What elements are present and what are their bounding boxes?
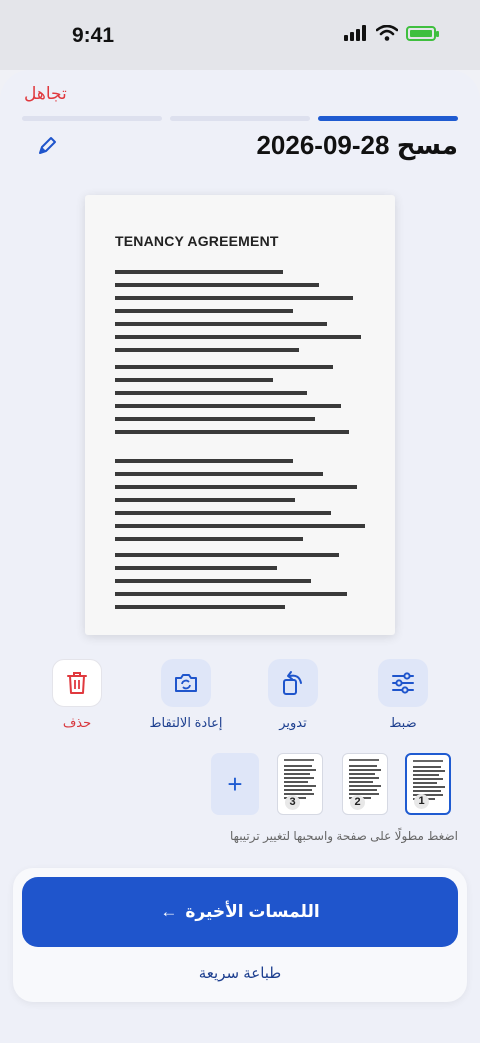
thumb-title-line bbox=[349, 759, 379, 761]
rotate-icon bbox=[283, 671, 302, 695]
thumb-text-line bbox=[413, 778, 443, 780]
rotate-label: تدوير bbox=[279, 715, 307, 730]
page-thumbnail-1[interactable]: 1 bbox=[405, 753, 451, 815]
document-text-line bbox=[115, 566, 277, 570]
reorder-hint: اضغط مطولًا على صفحة واسحبها لتغيير ترتي… bbox=[230, 829, 458, 843]
signal-icon bbox=[344, 25, 366, 41]
retake-tool[interactable]: إعادة الالتقاط bbox=[146, 659, 226, 731]
scan-title: مسح 28-09-2026 bbox=[256, 130, 458, 160]
thumb-text-line bbox=[349, 773, 375, 775]
thumb-text-line bbox=[349, 781, 373, 783]
delete-label: حذف bbox=[62, 715, 92, 730]
document-text-line bbox=[115, 579, 311, 583]
document-text-line bbox=[115, 365, 333, 369]
rotate-button[interactable] bbox=[268, 659, 318, 707]
document-text-line bbox=[115, 537, 303, 541]
thumb-text-line bbox=[413, 774, 439, 776]
status-bar: 9:41 bbox=[0, 0, 480, 70]
retake-button[interactable] bbox=[161, 659, 211, 707]
thumb-text-line bbox=[284, 777, 314, 779]
progress-segment bbox=[170, 116, 310, 121]
arrow-left-icon: ← bbox=[160, 902, 178, 921]
step-progress bbox=[22, 116, 458, 121]
document-text-line bbox=[115, 391, 307, 395]
thumb-text-line bbox=[349, 769, 381, 771]
document-heading: TENANCY AGREEMENT bbox=[115, 233, 279, 249]
add-page-button[interactable]: + bbox=[211, 753, 259, 815]
thumb-text-line bbox=[284, 769, 316, 771]
page-number-badge: 2 bbox=[350, 795, 365, 810]
thumb-text-line bbox=[413, 786, 445, 788]
document-text-line bbox=[115, 511, 331, 515]
thumb-text-line bbox=[284, 773, 310, 775]
progress-segment-active bbox=[318, 116, 458, 121]
thumb-text-line bbox=[349, 789, 377, 791]
document-text-line bbox=[115, 553, 339, 557]
thumb-text-line bbox=[284, 781, 308, 783]
delete-button[interactable] bbox=[52, 659, 102, 707]
sliders-icon bbox=[392, 672, 414, 694]
document-text-line bbox=[115, 417, 315, 421]
thumb-title-line bbox=[413, 760, 443, 762]
status-time: 9:41 bbox=[72, 24, 115, 47]
ignore-button[interactable]: تجاهل bbox=[24, 84, 67, 104]
document-text-line bbox=[115, 404, 341, 408]
edit-title-icon[interactable] bbox=[36, 135, 58, 157]
battery-icon bbox=[406, 25, 439, 41]
action-panel: ← اللمسات الأخيرة طباعة سريعة bbox=[13, 868, 467, 1002]
document-text-line bbox=[115, 296, 353, 300]
thumb-text-line bbox=[284, 765, 312, 767]
status-icons bbox=[344, 25, 439, 41]
thumb-text-line bbox=[413, 766, 441, 768]
document-text-line bbox=[115, 472, 323, 476]
thumb-text-line bbox=[349, 785, 381, 787]
thumb-text-line bbox=[413, 782, 437, 784]
page-number-badge: 1 bbox=[414, 794, 429, 809]
thumb-text-line bbox=[413, 770, 445, 772]
document-text-line bbox=[115, 524, 365, 528]
thumb-text-line bbox=[284, 785, 316, 787]
trash-icon bbox=[67, 672, 87, 694]
document-text-line bbox=[115, 309, 293, 313]
adjust-tool[interactable]: ضبط bbox=[363, 659, 443, 731]
retake-label: إعادة الالتقاط bbox=[149, 715, 223, 730]
thumb-text-line bbox=[349, 777, 379, 779]
document-text-line bbox=[115, 592, 347, 596]
document-text-line bbox=[115, 378, 273, 382]
document-text-line bbox=[115, 605, 285, 609]
document-text-line bbox=[115, 498, 295, 502]
progress-segment bbox=[22, 116, 162, 121]
delete-tool[interactable]: حذف bbox=[37, 659, 117, 731]
camera-retake-icon bbox=[175, 674, 197, 692]
thumb-text-line bbox=[413, 790, 441, 792]
document-text-line bbox=[115, 459, 293, 463]
adjust-label: ضبط bbox=[389, 715, 417, 730]
adjust-button[interactable] bbox=[378, 659, 428, 707]
document-text-line bbox=[115, 335, 361, 339]
thumb-text-line bbox=[284, 789, 312, 791]
finishing-touches-button[interactable]: ← اللمسات الأخيرة bbox=[22, 877, 458, 947]
rotate-tool[interactable]: تدوير bbox=[253, 659, 333, 731]
quick-print-button[interactable]: طباعة سريعة bbox=[13, 964, 467, 982]
document-text-line bbox=[115, 430, 349, 434]
document-text-line bbox=[115, 322, 327, 326]
document-text-line bbox=[115, 283, 319, 287]
wifi-icon bbox=[376, 25, 398, 41]
document-text-line bbox=[115, 485, 357, 489]
document-preview[interactable]: TENANCY AGREEMENT bbox=[85, 195, 395, 635]
document-text-line bbox=[115, 270, 283, 274]
page-thumbnail-3[interactable]: 3 bbox=[277, 753, 323, 815]
page-number-badge: 3 bbox=[285, 795, 300, 810]
finishing-touches-label: اللمسات الأخيرة bbox=[185, 902, 320, 921]
page-thumbnail-2[interactable]: 2 bbox=[342, 753, 388, 815]
thumb-text-line bbox=[349, 765, 377, 767]
thumb-title-line bbox=[284, 759, 314, 761]
document-text-line bbox=[115, 348, 299, 352]
